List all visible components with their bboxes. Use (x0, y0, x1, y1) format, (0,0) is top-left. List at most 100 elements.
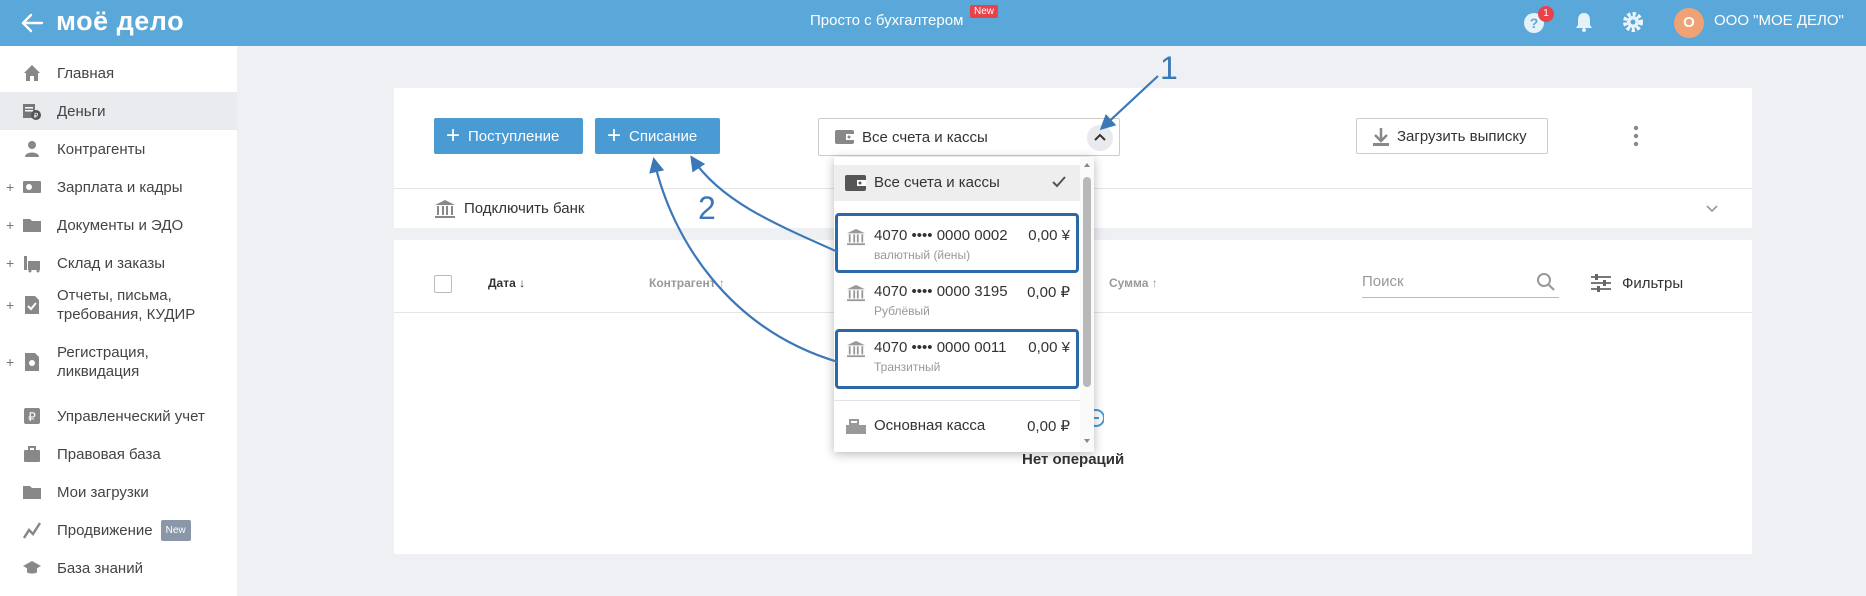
sidebar-item-label: Управленческий учет (57, 407, 205, 425)
svg-text:₽: ₽ (34, 112, 39, 120)
documents-icon (23, 219, 41, 232)
expense-label: Списание (629, 127, 698, 145)
upload-label: Загрузить выписку (1397, 127, 1527, 145)
account-select-value: Все счета и кассы (862, 129, 988, 146)
select-all-checkbox[interactable] (434, 275, 452, 293)
sidebar-item-label: Контрагенты (57, 140, 146, 158)
svg-text:?: ? (1530, 15, 1539, 31)
option-main-cash[interactable]: Основная касса 0,00 ₽ (834, 407, 1080, 445)
plus-icon: + (446, 122, 461, 149)
svg-text:₽: ₽ (28, 410, 36, 424)
graduation-cap-icon (23, 561, 41, 574)
bell-icon[interactable] (1572, 10, 1596, 34)
money-icon: ₽ (23, 104, 41, 120)
upload-statement-button[interactable]: Загрузить выписку (1356, 118, 1548, 154)
sidebar-item-label: Правовая база (57, 445, 161, 463)
income-button[interactable]: + Поступление (434, 118, 583, 154)
sidebar-item-contractors[interactable]: Контрагенты (0, 130, 237, 168)
sidebar-item-label: Продвижение New (57, 519, 191, 541)
downloads-icon (23, 486, 41, 499)
highlight-frame (835, 213, 1079, 273)
sidebar-item-label: Регистрация, ликвидация (57, 344, 149, 380)
expand-icon[interactable]: + (6, 354, 14, 370)
sidebar-item-label: Зарплата и кадры (57, 178, 183, 196)
sidebar-item-reports[interactable]: + Отчеты, письма, требования, КУДИР (0, 282, 237, 328)
sidebar-item-label: Главная (57, 64, 115, 82)
reports-icon (25, 296, 39, 314)
wallet-icon (835, 130, 854, 144)
sidebar-item-documents[interactable]: + Документы и ЭДО (0, 206, 237, 244)
cash-register-icon (846, 419, 866, 434)
expand-icon[interactable]: + (6, 297, 14, 313)
search-icon[interactable] (1536, 272, 1556, 292)
sidebar-item-legal[interactable]: Правовая база (0, 435, 237, 473)
option-label: Все счета и кассы (874, 174, 1000, 191)
sidebar: Главная ₽ Деньги Контрагенты + Зарплата … (0, 46, 237, 596)
back-arrow-icon[interactable] (18, 9, 46, 37)
account-type: Рублёвый (874, 304, 930, 318)
org-name[interactable]: ООО "МОЕ ДЕЛО" (1714, 12, 1844, 29)
warehouse-icon (24, 256, 40, 273)
column-date[interactable]: Дата ↓ (488, 276, 525, 290)
search-placeholder: Поиск (1362, 273, 1404, 290)
sidebar-item-promotion[interactable]: Продвижение New (0, 511, 237, 549)
chevron-up-icon[interactable] (1087, 125, 1113, 151)
top-bar: моё дело Просто с бухгалтером New ? 1 О … (0, 0, 1866, 46)
income-label: Поступление (468, 127, 560, 145)
sidebar-item-money[interactable]: ₽ Деньги (0, 92, 237, 130)
management-icon: ₽ (24, 408, 40, 424)
check-icon (1052, 176, 1066, 188)
more-options-icon[interactable] (1632, 124, 1640, 148)
expand-icon[interactable]: + (6, 217, 14, 233)
sidebar-item-warehouse[interactable]: + Склад и заказы (0, 244, 237, 282)
sidebar-item-label: Отчеты, письма, требования, КУДИР (57, 287, 196, 323)
salary-icon (23, 181, 41, 193)
dropdown-separator (834, 400, 1080, 401)
account-select[interactable]: Все счета и кассы (818, 118, 1120, 156)
contractors-icon (25, 141, 39, 157)
avatar[interactable]: О (1674, 8, 1704, 38)
expand-icon[interactable]: + (6, 179, 14, 195)
bank-icon (435, 200, 455, 218)
sidebar-item-home[interactable]: Главная (0, 54, 237, 92)
column-contractor[interactable]: Контрагент ↑ (649, 276, 725, 290)
header-title[interactable]: Просто с бухгалтером (810, 12, 963, 29)
filters-label[interactable]: Фильтры (1622, 275, 1683, 292)
sidebar-item-salary[interactable]: + Зарплата и кадры (0, 168, 237, 206)
download-icon (1373, 128, 1389, 146)
account-dropdown: Все счета и кассы 4070 •••• 0000 0002 0,… (834, 157, 1094, 452)
sidebar-item-label: Деньги (57, 102, 106, 120)
expand-icon[interactable]: + (6, 255, 14, 271)
option-account-3195[interactable]: 4070 •••• 0000 3195 0,00 ₽ Рублёвый (834, 273, 1080, 329)
expense-button[interactable]: + Списание (595, 118, 720, 154)
home-icon (24, 65, 40, 81)
wallet-icon (845, 175, 866, 191)
annotation-1: 1 (1160, 50, 1178, 86)
sidebar-item-downloads[interactable]: Мои загрузки (0, 473, 237, 511)
account-number: 4070 •••• 0000 3195 (874, 283, 1008, 300)
highlight-frame (835, 329, 1079, 389)
empty-state-label: Нет операций (1022, 451, 1125, 468)
option-all-accounts[interactable]: Все счета и кассы (834, 165, 1080, 201)
promotion-icon (22, 522, 42, 539)
search-input[interactable]: Поиск (1362, 268, 1559, 298)
sidebar-item-management[interactable]: ₽ Управленческий учет (0, 397, 237, 435)
sidebar-item-registration[interactable]: + Регистрация, ликвидация (0, 339, 237, 385)
scroll-down-icon[interactable] (1083, 437, 1091, 445)
filter-icon[interactable] (1590, 273, 1612, 293)
logo[interactable]: моё дело (56, 6, 184, 37)
scrollbar-thumb[interactable] (1083, 177, 1091, 387)
gear-icon[interactable] (1620, 9, 1646, 35)
sidebar-item-label: База знаний (57, 559, 143, 577)
sidebar-item-knowledge[interactable]: База знаний (0, 549, 237, 587)
account-sum: 0,00 ₽ (1027, 284, 1070, 301)
column-sum[interactable]: Сумма ↑ (1109, 276, 1158, 290)
scroll-up-icon[interactable] (1083, 161, 1091, 169)
plus-icon: + (607, 122, 622, 149)
bank-icon (847, 284, 865, 302)
new-badge: New (970, 5, 999, 18)
sidebar-item-label: Документы и ЭДО (57, 216, 184, 234)
chevron-down-icon[interactable] (1704, 201, 1720, 217)
account-sum: 0,00 ₽ (1027, 418, 1070, 435)
help-count-badge: 1 (1538, 6, 1554, 22)
